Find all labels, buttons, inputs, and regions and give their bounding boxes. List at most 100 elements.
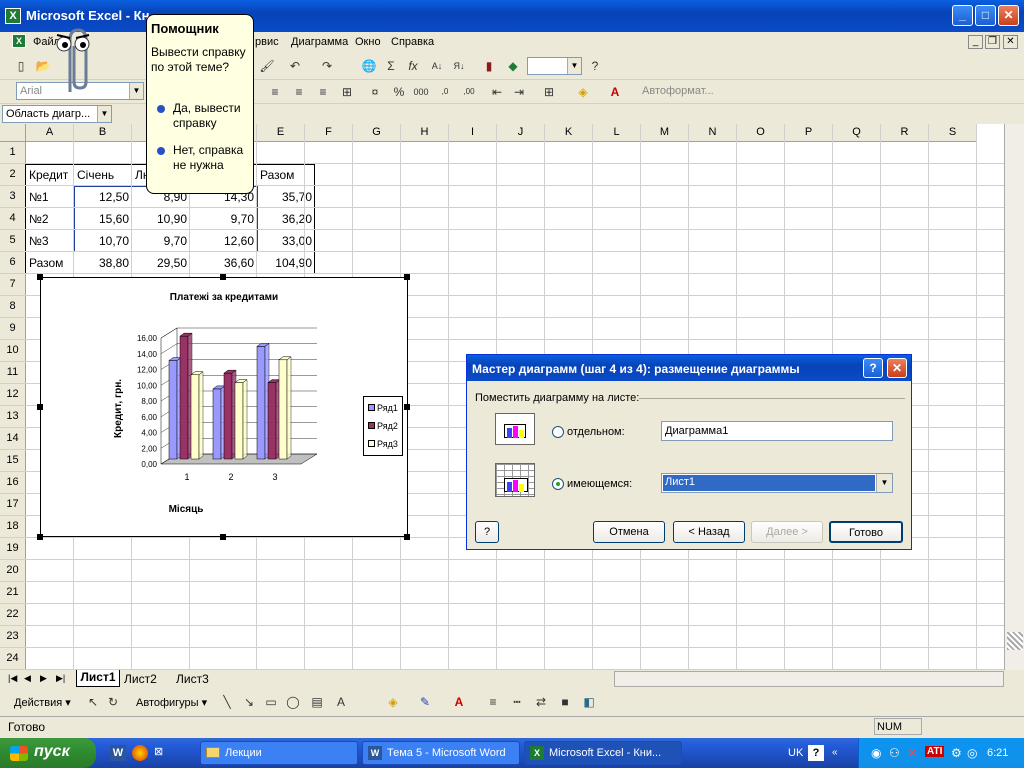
arrow-style-icon[interactable]: ⇄ bbox=[532, 693, 550, 711]
finish-button[interactable]: Готово bbox=[829, 521, 903, 543]
redo-icon[interactable]: ↷ bbox=[318, 57, 336, 75]
settings-tray-icon[interactable]: ⚙ bbox=[951, 746, 962, 760]
resize-handle[interactable] bbox=[37, 274, 43, 280]
row-header[interactable]: 2 bbox=[0, 164, 26, 186]
table-cell[interactable]: 9,70 bbox=[132, 230, 190, 252]
row-header[interactable]: 18 bbox=[0, 516, 26, 538]
row-header[interactable]: 8 bbox=[0, 296, 26, 318]
actions-menu[interactable]: Действия ▾ bbox=[14, 696, 71, 709]
back-button[interactable]: < Назад bbox=[673, 521, 745, 543]
office-assistant-button[interactable]: ? bbox=[475, 521, 499, 543]
table-cell[interactable]: 15,60 bbox=[74, 208, 132, 230]
textbox-icon[interactable]: ▤ bbox=[308, 693, 326, 711]
tab-prev-icon[interactable]: ◀ bbox=[24, 673, 31, 684]
line-color-icon[interactable]: ✎ bbox=[416, 693, 434, 711]
column-header[interactable]: G bbox=[353, 124, 401, 142]
thousands-icon[interactable]: 000 bbox=[412, 83, 430, 101]
line-icon[interactable]: ╲ bbox=[218, 693, 236, 711]
menu-window[interactable]: Окно bbox=[355, 36, 381, 48]
align-center-icon[interactable]: ≡ bbox=[290, 83, 308, 101]
tab-sheet3[interactable]: Лист3 bbox=[176, 672, 209, 686]
row-header[interactable]: 13 bbox=[0, 406, 26, 428]
dialog-close-button[interactable]: ✕ bbox=[887, 358, 907, 378]
autosum-icon[interactable]: Σ bbox=[382, 57, 400, 75]
mdi-minimize-button[interactable]: _ bbox=[968, 35, 983, 49]
tab-next-icon[interactable]: ▶ bbox=[40, 673, 47, 684]
tab-last-icon[interactable]: ▶| bbox=[56, 673, 65, 684]
merge-center-icon[interactable]: ⊞ bbox=[338, 83, 356, 101]
decrease-indent-icon[interactable]: ⇤ bbox=[488, 83, 506, 101]
task-folder[interactable]: Лекции bbox=[200, 741, 358, 765]
table-cell[interactable]: 33,00 bbox=[257, 230, 315, 252]
row-header[interactable]: 15 bbox=[0, 450, 26, 472]
task-excel[interactable]: Microsoft Excel - Кни... bbox=[524, 741, 682, 765]
chart-wizard-icon[interactable]: ▮ bbox=[480, 57, 498, 75]
fill-color-icon[interactable]: ◈ bbox=[384, 693, 402, 711]
zoom-combo[interactable]: ▼ bbox=[527, 57, 582, 75]
column-header[interactable]: R bbox=[881, 124, 929, 142]
row-header[interactable]: 1 bbox=[0, 142, 26, 164]
row-header[interactable]: 11 bbox=[0, 362, 26, 384]
tab-sheet2[interactable]: Лист2 bbox=[124, 672, 157, 686]
row-header[interactable]: 10 bbox=[0, 340, 26, 362]
help-tray-icon[interactable]: ? bbox=[808, 745, 824, 761]
row-header[interactable]: 14 bbox=[0, 428, 26, 450]
menu-help[interactable]: Справка bbox=[391, 36, 434, 48]
task-word[interactable]: Тема 5 - Microsoft Word bbox=[362, 741, 520, 765]
column-header[interactable]: J bbox=[497, 124, 545, 142]
autoformat-button[interactable]: Автоформат... bbox=[642, 85, 714, 97]
row-header[interactable]: 7 bbox=[0, 274, 26, 296]
close-button[interactable]: ✕ bbox=[998, 5, 1019, 26]
row-header[interactable]: 17 bbox=[0, 494, 26, 516]
table-cell[interactable]: 35,70 bbox=[257, 186, 315, 208]
assistant-option-no[interactable]: Нет, справка не нужна bbox=[173, 143, 253, 173]
excel-quicklaunch-icon[interactable]: ⊠ bbox=[154, 745, 170, 761]
undo-icon[interactable]: ↶ bbox=[286, 57, 304, 75]
minimize-button[interactable]: _ bbox=[952, 5, 973, 26]
autoshapes-menu[interactable]: Автофигуры ▾ bbox=[136, 696, 207, 709]
resize-handle[interactable] bbox=[37, 534, 43, 540]
header-total[interactable]: Разом bbox=[257, 164, 315, 186]
column-header[interactable]: P bbox=[785, 124, 833, 142]
free-rotate-icon[interactable]: ↻ bbox=[104, 693, 122, 711]
shadow-icon[interactable]: ■ bbox=[556, 693, 574, 711]
table-cell[interactable]: 12,60 bbox=[190, 230, 257, 252]
security-icon[interactable]: ✕ bbox=[907, 746, 917, 760]
resize-handle[interactable] bbox=[220, 274, 226, 280]
column-header[interactable]: A bbox=[26, 124, 74, 142]
row-header[interactable]: 24 bbox=[0, 648, 26, 670]
column-header[interactable]: O bbox=[737, 124, 785, 142]
row-header[interactable]: 16 bbox=[0, 472, 26, 494]
oval-icon[interactable]: ◯ bbox=[284, 693, 302, 711]
format-painter-icon[interactable]: 🖌 bbox=[258, 57, 276, 75]
resize-handle[interactable] bbox=[404, 404, 410, 410]
dialog-help-button[interactable]: ? bbox=[863, 358, 883, 378]
font-color-icon[interactable]: A bbox=[450, 693, 468, 711]
3d-icon[interactable]: ◧ bbox=[580, 693, 598, 711]
mdi-restore-button[interactable]: ❐ bbox=[985, 35, 1000, 49]
radio-existing-sheet[interactable] bbox=[552, 478, 564, 490]
tab-sheet1[interactable]: Лист1 bbox=[76, 670, 120, 687]
table-cell[interactable]: 29,50 bbox=[132, 252, 190, 274]
row-header[interactable]: 6 bbox=[0, 252, 26, 274]
word-quicklaunch-icon[interactable]: W bbox=[110, 745, 126, 761]
table-cell[interactable]: 38,80 bbox=[74, 252, 132, 274]
currency-icon[interactable]: ¤ bbox=[366, 83, 384, 101]
column-header[interactable]: Q bbox=[833, 124, 881, 142]
language-indicator[interactable]: UK bbox=[788, 747, 803, 759]
resize-handle[interactable] bbox=[404, 534, 410, 540]
excel-doc-icon[interactable]: X bbox=[12, 34, 26, 48]
table-cell[interactable]: №2 bbox=[26, 208, 74, 230]
row-header[interactable]: 19 bbox=[0, 538, 26, 560]
fill-color-icon[interactable]: ◈ bbox=[574, 83, 592, 101]
wordart-icon[interactable]: A bbox=[332, 693, 350, 711]
row-header[interactable]: 9 bbox=[0, 318, 26, 340]
increase-indent-icon[interactable]: ⇥ bbox=[510, 83, 528, 101]
increase-decimal-icon[interactable]: ,0 bbox=[436, 83, 454, 101]
table-cell[interactable]: 10,70 bbox=[74, 230, 132, 252]
table-cell[interactable]: 104,90 bbox=[257, 252, 315, 274]
select-all-corner[interactable] bbox=[0, 124, 26, 142]
next-button[interactable]: Далее > bbox=[751, 521, 823, 543]
row-header[interactable]: 23 bbox=[0, 626, 26, 648]
table-cell[interactable]: 36,20 bbox=[257, 208, 315, 230]
